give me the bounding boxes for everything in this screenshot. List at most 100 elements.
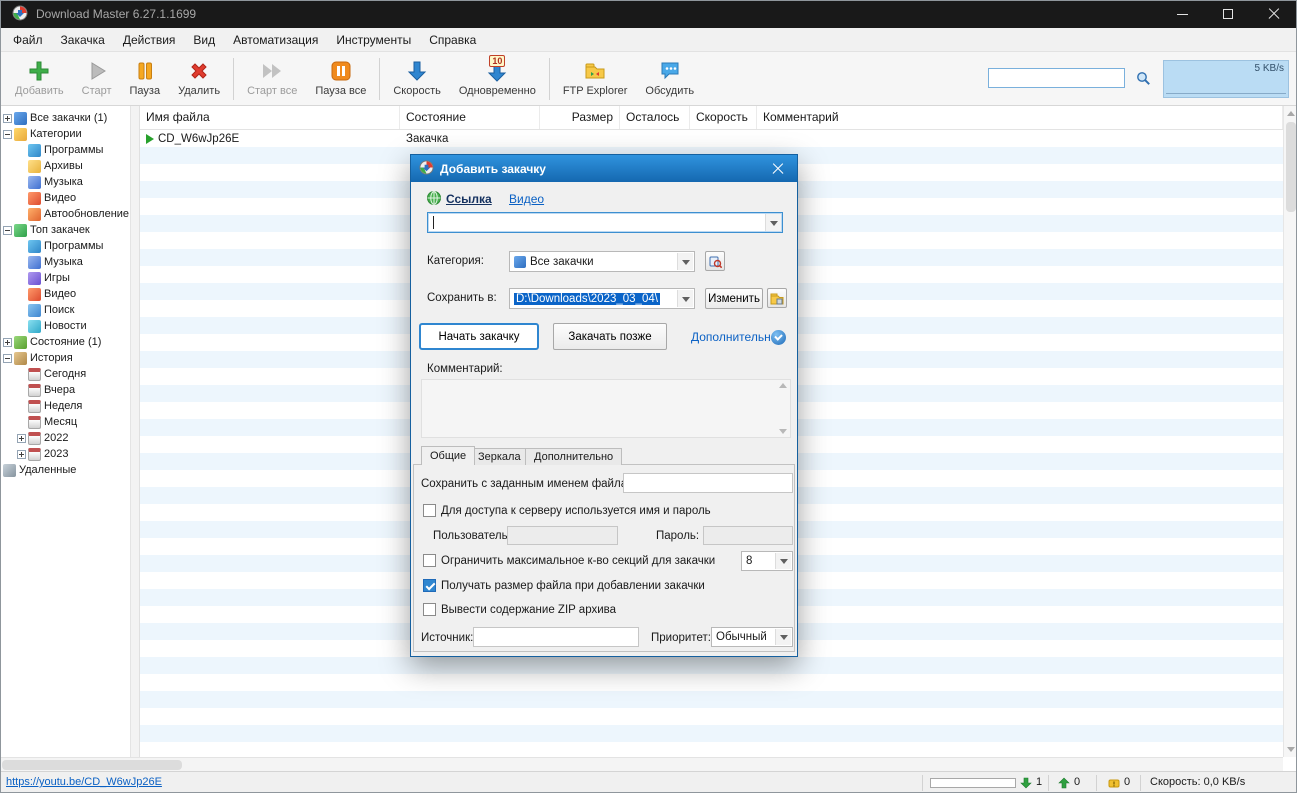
- discuss-button[interactable]: Обсудить: [636, 57, 703, 99]
- tree-item-all-downloads[interactable]: Все закачки (1): [0, 110, 130, 126]
- tree-item-games[interactable]: Игры: [0, 270, 130, 286]
- scroll-up-icon[interactable]: [1287, 111, 1295, 116]
- filesize-checkbox-label[interactable]: Получать размер файла при добавлении зак…: [441, 580, 705, 592]
- tree-item-video[interactable]: Видео: [0, 190, 130, 206]
- tree-item-programs[interactable]: Программы: [0, 142, 130, 158]
- browse-folder-button[interactable]: [767, 288, 787, 308]
- menu-file[interactable]: Файл: [4, 28, 52, 52]
- comment-textarea[interactable]: [421, 379, 791, 438]
- tab-advanced[interactable]: Дополнительно: [525, 448, 623, 465]
- chevron-down-icon[interactable]: [677, 253, 693, 270]
- sections-checkbox-label[interactable]: Ограничить максимальное к-во секций для …: [441, 555, 715, 567]
- expander-plus-icon[interactable]: [17, 449, 26, 459]
- menu-tools[interactable]: Инструменты: [327, 28, 420, 52]
- tree-item-today[interactable]: Сегодня: [0, 366, 130, 382]
- maximize-button[interactable]: [1205, 0, 1251, 28]
- column-size[interactable]: Размер: [540, 106, 620, 129]
- expander-minus-icon[interactable]: [3, 225, 12, 235]
- advanced-chevron-icon[interactable]: [771, 330, 786, 345]
- expander-plus-icon[interactable]: [3, 113, 12, 123]
- column-remaining[interactable]: Осталось: [620, 106, 690, 129]
- tree-item-2023[interactable]: 2023: [0, 446, 130, 462]
- sections-checkbox[interactable]: [423, 554, 436, 567]
- chevron-down-icon[interactable]: [775, 553, 791, 569]
- delete-button[interactable]: Удалить: [169, 57, 229, 99]
- filename-input[interactable]: [623, 473, 793, 493]
- simultaneous-button[interactable]: 10 Одновременно: [450, 55, 545, 99]
- ftp-explorer-button[interactable]: FTP Explorer: [554, 57, 637, 99]
- search-icon[interactable]: [1136, 71, 1151, 89]
- tree-item-status[interactable]: Состояние (1): [0, 334, 130, 350]
- chevron-down-icon[interactable]: [677, 290, 693, 307]
- horizontal-scrollbar[interactable]: [0, 757, 1283, 771]
- menu-download[interactable]: Закачка: [52, 28, 114, 52]
- menu-help[interactable]: Справка: [420, 28, 485, 52]
- category-manage-button[interactable]: [705, 251, 725, 271]
- save-path-combobox[interactable]: D:\Downloads\2023_03_04\: [509, 288, 695, 309]
- category-combobox[interactable]: Все закачки: [509, 251, 695, 272]
- scroll-down-icon[interactable]: [1287, 747, 1295, 752]
- password-input[interactable]: [703, 526, 793, 545]
- tree-item-music[interactable]: Музыка: [0, 174, 130, 190]
- minimize-button[interactable]: [1159, 0, 1205, 28]
- scrollbar-thumb[interactable]: [1286, 122, 1296, 212]
- search-input[interactable]: [988, 68, 1125, 88]
- tree-item-top-music[interactable]: Музыка: [0, 254, 130, 270]
- tab-general[interactable]: Общие: [421, 446, 476, 465]
- advanced-link[interactable]: Дополнительно: [691, 330, 777, 344]
- menu-view[interactable]: Вид: [184, 28, 224, 52]
- tree-item-yesterday[interactable]: Вчера: [0, 382, 130, 398]
- tree-item-deleted[interactable]: Удаленные: [0, 462, 130, 478]
- column-state[interactable]: Состояние: [400, 106, 540, 129]
- tab-video[interactable]: Видео: [509, 192, 544, 206]
- sections-combobox[interactable]: 8: [741, 551, 793, 571]
- auth-checkbox-label[interactable]: Для доступа к серверу используется имя и…: [441, 505, 711, 517]
- auth-checkbox[interactable]: [423, 504, 436, 517]
- scroll-up-icon[interactable]: [779, 383, 787, 388]
- start-all-button[interactable]: Старт все: [238, 57, 306, 99]
- vertical-scrollbar[interactable]: [1283, 106, 1297, 757]
- download-later-button[interactable]: Закачать позже: [553, 323, 667, 350]
- chevron-down-icon[interactable]: [765, 214, 781, 231]
- chevron-down-icon[interactable]: [775, 629, 791, 645]
- expander-plus-icon[interactable]: [17, 433, 26, 443]
- tree-item-top-video[interactable]: Видео: [0, 286, 130, 302]
- priority-combobox[interactable]: Обычный: [711, 627, 793, 647]
- tab-mirrors[interactable]: Зеркала: [469, 448, 530, 465]
- tree-item-archives[interactable]: Архивы: [0, 158, 130, 174]
- pause-button[interactable]: Пауза: [121, 57, 170, 99]
- zip-checkbox-label[interactable]: Вывести содержание ZIP архива: [441, 604, 616, 616]
- scrollbar-thumb[interactable]: [2, 760, 182, 770]
- tree-item-week[interactable]: Неделя: [0, 398, 130, 414]
- tree-item-history[interactable]: История: [0, 350, 130, 366]
- start-button[interactable]: Старт: [73, 57, 121, 99]
- sidebar-splitter[interactable]: [130, 106, 140, 757]
- tree-item-search[interactable]: Поиск: [0, 302, 130, 318]
- menu-automation[interactable]: Автоматизация: [224, 28, 327, 52]
- tree-item-top-programs[interactable]: Программы: [0, 238, 130, 254]
- download-url-link[interactable]: https://youtu.be/CD_W6wJp26E: [6, 776, 162, 788]
- start-download-button[interactable]: Начать закачку: [419, 323, 539, 350]
- column-comment[interactable]: Комментарий: [757, 106, 1283, 129]
- change-path-button[interactable]: Изменить: [705, 288, 763, 309]
- add-download-button[interactable]: Добавить: [6, 57, 73, 99]
- speed-limit-button[interactable]: Скорость: [384, 57, 450, 99]
- tab-link[interactable]: Ссылка: [446, 192, 492, 206]
- close-button[interactable]: [1251, 0, 1297, 28]
- column-speed[interactable]: Скорость: [690, 106, 757, 129]
- tree-item-month[interactable]: Месяц: [0, 414, 130, 430]
- expander-minus-icon[interactable]: [3, 353, 12, 363]
- tree-item-top-downloads[interactable]: Топ закачек: [0, 222, 130, 238]
- expander-plus-icon[interactable]: [3, 337, 12, 347]
- user-input[interactable]: [507, 526, 618, 545]
- tree-item-news[interactable]: Новости: [0, 318, 130, 334]
- filesize-checkbox[interactable]: [423, 579, 436, 592]
- source-input[interactable]: [473, 627, 639, 647]
- menu-actions[interactable]: Действия: [114, 28, 185, 52]
- dialog-close-button[interactable]: [767, 159, 789, 179]
- download-row[interactable]: CD_W6wJp26E Закачка: [140, 130, 1283, 147]
- expander-minus-icon[interactable]: [3, 129, 12, 139]
- tree-item-categories[interactable]: Категории: [0, 126, 130, 142]
- zip-checkbox[interactable]: [423, 603, 436, 616]
- column-filename[interactable]: Имя файла: [140, 106, 400, 129]
